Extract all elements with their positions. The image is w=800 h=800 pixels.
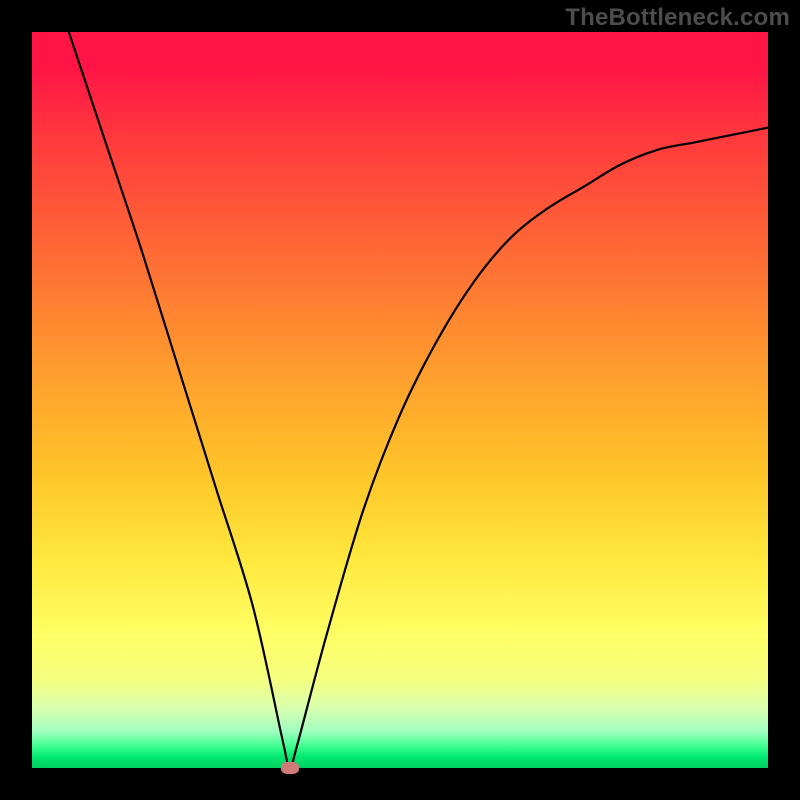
optimal-marker (281, 762, 299, 774)
watermark-text: TheBottleneck.com (565, 4, 790, 32)
plot-area (32, 32, 768, 768)
curve-layer (32, 32, 768, 768)
chart-frame: TheBottleneck.com (0, 0, 800, 800)
bottleneck-curve (69, 32, 768, 768)
